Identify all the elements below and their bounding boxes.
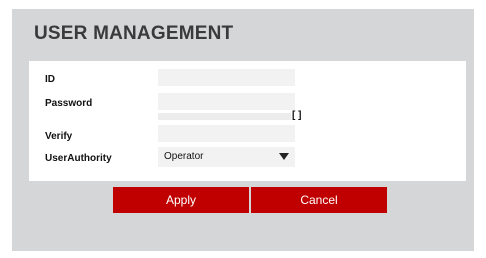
user-authority-select[interactable]: Operator (158, 147, 295, 167)
apply-button[interactable]: Apply (113, 187, 249, 213)
password-field[interactable] (158, 93, 295, 110)
password-strength-bar (158, 113, 291, 120)
page-title: USER MANAGEMENT (34, 23, 234, 44)
user-authority-label: UserAuthority (45, 153, 112, 164)
id-field[interactable] (158, 69, 295, 86)
password-label: Password (45, 98, 93, 109)
verify-label: Verify (45, 131, 73, 142)
user-authority-value: Operator (164, 151, 204, 162)
user-management-panel: USER MANAGEMENT ID Password [ ] Verify U… (12, 9, 474, 251)
verify-field[interactable] (158, 125, 295, 142)
id-label: ID (45, 74, 55, 85)
password-strength-indicator: [ ] (292, 110, 302, 121)
cancel-button[interactable]: Cancel (251, 187, 387, 213)
user-form: ID Password [ ] Verify UserAuthority Ope… (29, 61, 466, 181)
chevron-down-icon[interactable] (279, 153, 289, 160)
